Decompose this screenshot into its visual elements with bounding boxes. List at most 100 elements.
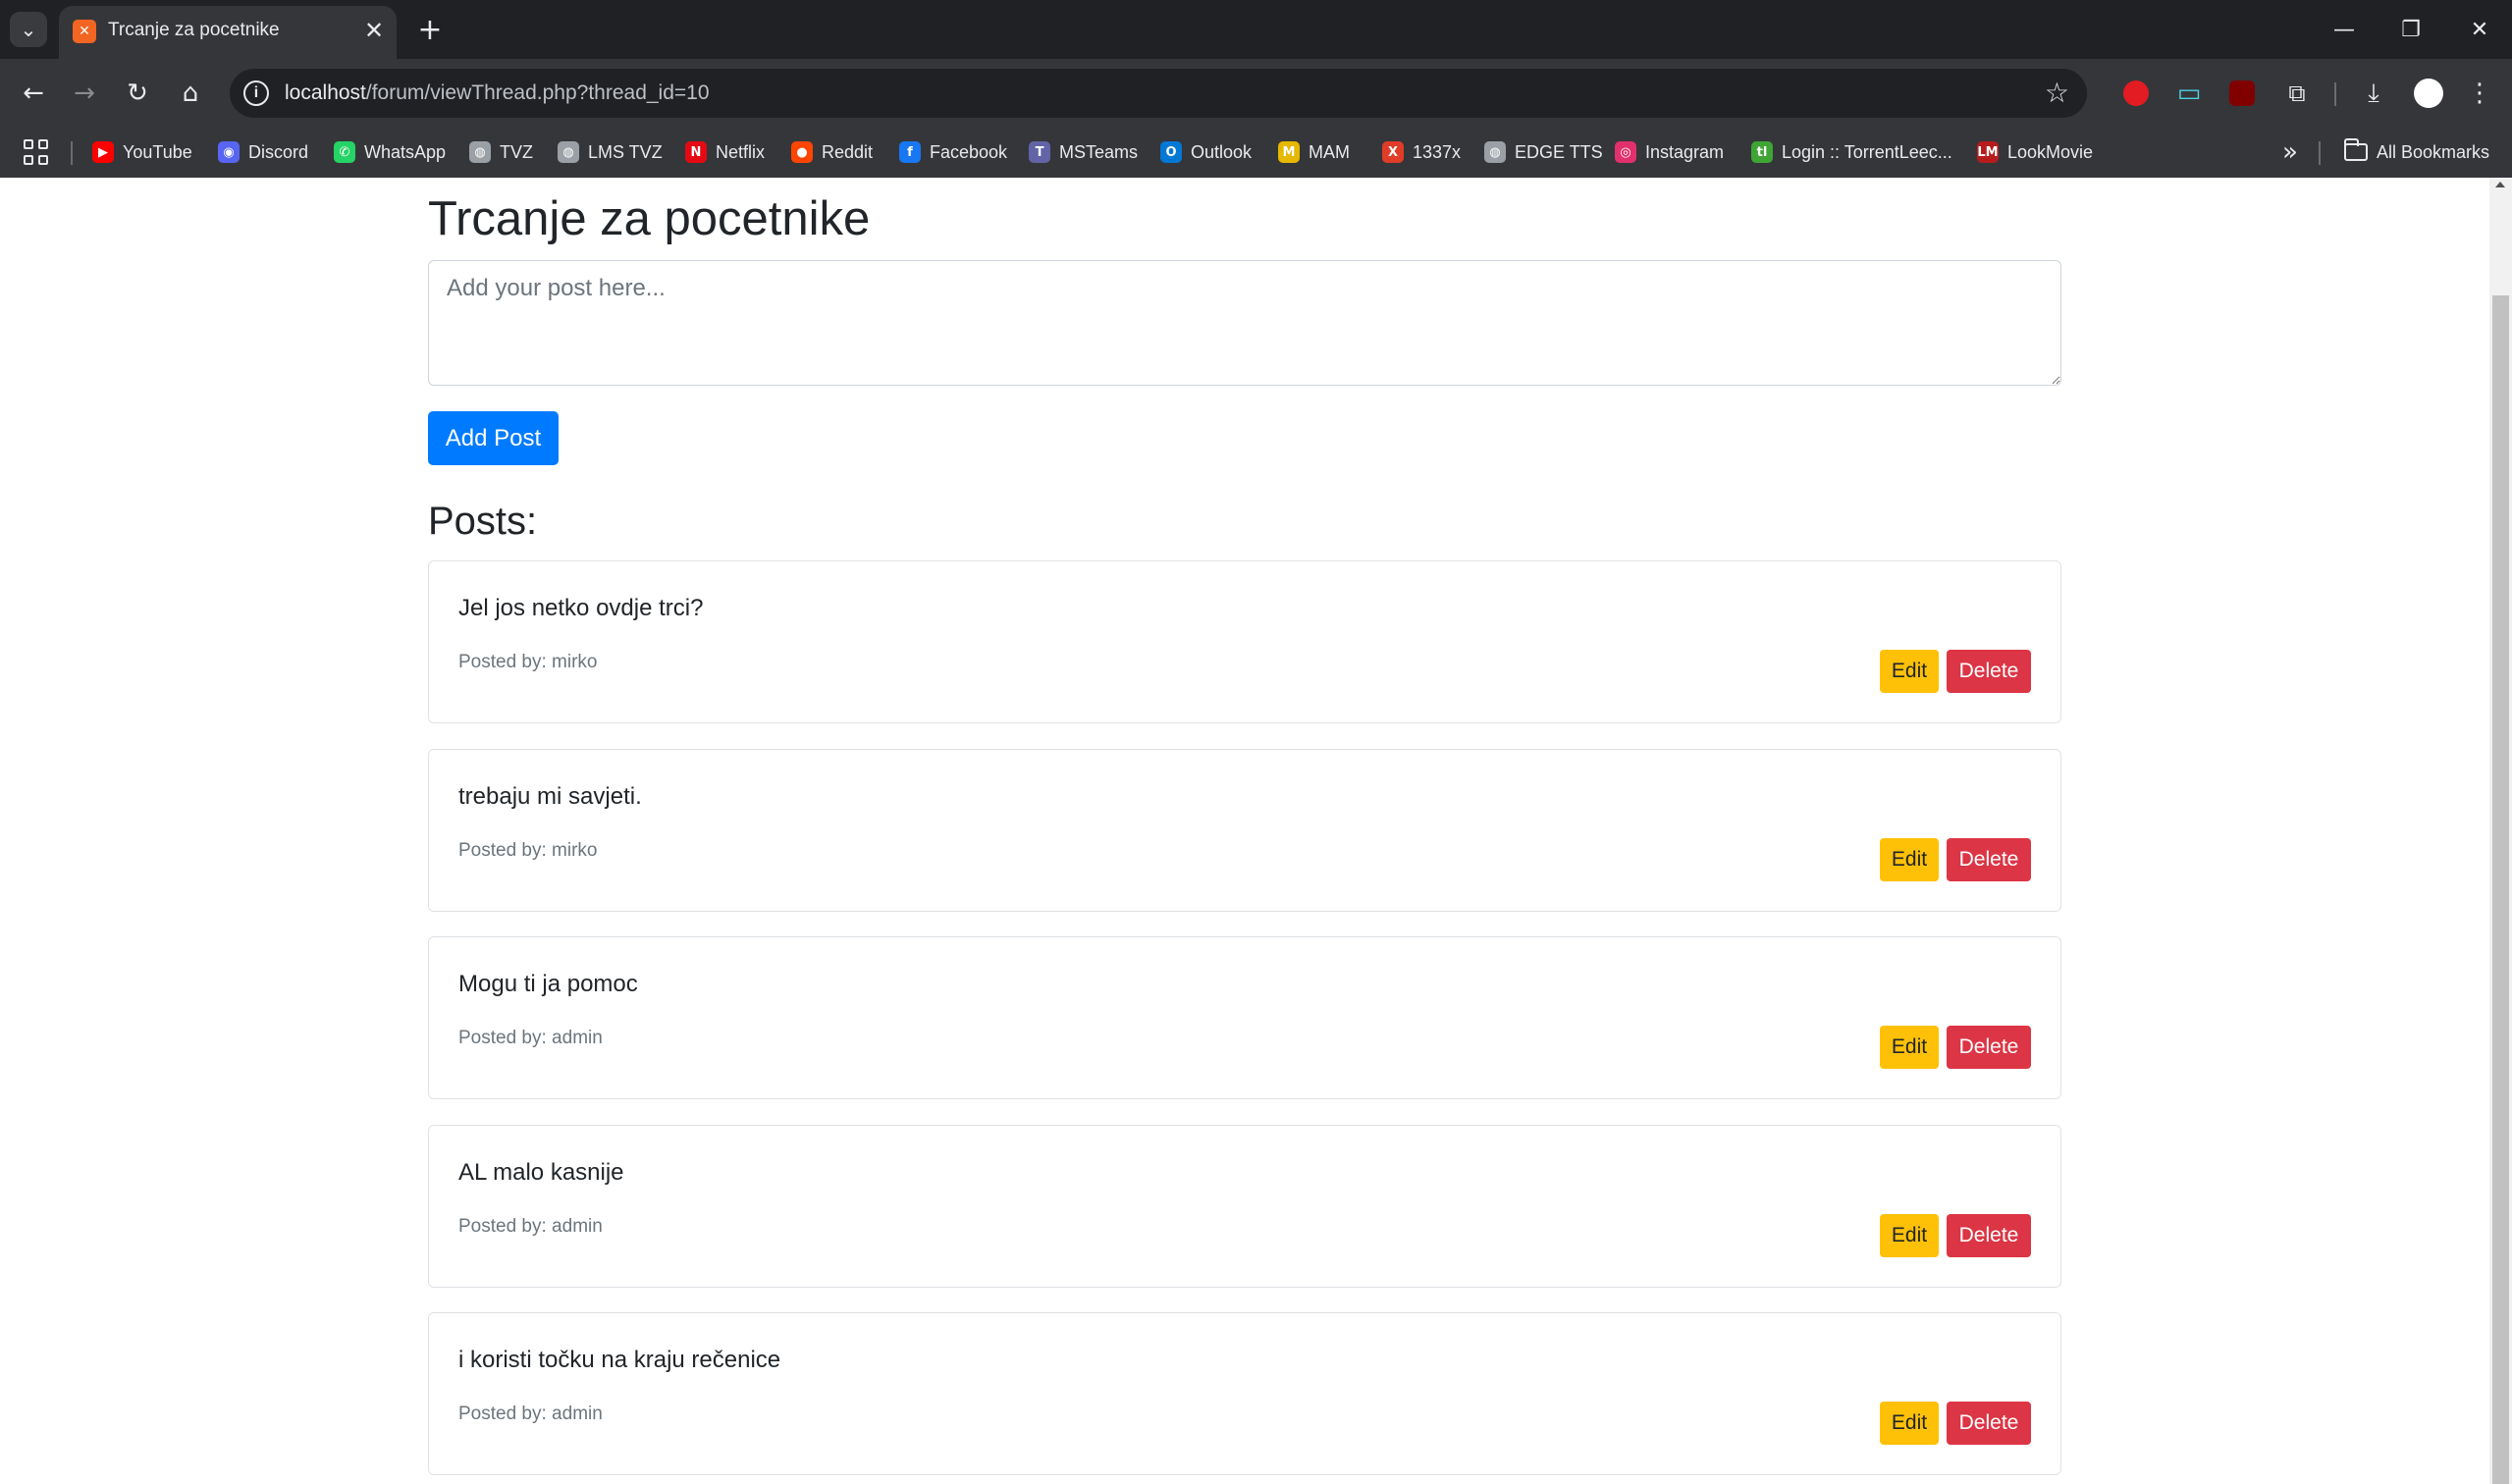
bookmark-label: YouTube [123, 141, 192, 162]
minimize-icon[interactable]: — [2325, 10, 2364, 49]
all-bookmarks-button[interactable]: All Bookmarks [2344, 137, 2489, 167]
post-author: Posted by: mirko [458, 839, 598, 861]
window-close-icon[interactable]: ✕ [2460, 10, 2499, 49]
profile-avatar-icon[interactable] [2411, 76, 2446, 111]
post-content: i koristi točku na kraju rečenice [458, 1347, 781, 1373]
post-content: Mogu ti ja pomoc [458, 971, 638, 997]
globe-icon: ◍ [469, 141, 491, 163]
bookmark-item[interactable]: ● Reddit [791, 137, 873, 167]
edit-post-button[interactable]: Edit [1880, 1213, 1939, 1257]
post-content: trebaju mi savjeti. [458, 782, 642, 810]
teams-icon: T [1029, 141, 1050, 163]
netflix-icon: N [685, 141, 707, 163]
tab-close-icon[interactable]: ✕ [359, 16, 389, 45]
thread-title: Trcanje za pocetnike [428, 192, 871, 245]
tab-search-chevron-icon[interactable]: ⌄ [10, 12, 47, 47]
mam-icon: M [1278, 141, 1300, 163]
page-scrollbar[interactable] [2489, 178, 2512, 1484]
post-card: Mogu ti ja pomoc Posted by: admin Edit Dele… [428, 936, 2061, 1099]
edit-post-button[interactable]: Edit [1880, 1402, 1939, 1445]
instagram-icon: ◎ [1615, 141, 1636, 163]
torrentleech-icon: tl [1751, 141, 1773, 163]
extensions-puzzle-icon[interactable]: ⧉ [2279, 76, 2315, 111]
bookmark-label: EDGE TTS [1515, 141, 1603, 162]
bookmark-item[interactable]: O Outlook [1160, 137, 1252, 167]
back-arrow-icon[interactable]: ← [14, 74, 53, 113]
bookmark-star-icon[interactable]: ☆ [2045, 77, 2069, 109]
more-bookmarks-chevron-icon[interactable]: » [2275, 137, 2305, 167]
download-icon[interactable]: ⤓ [2356, 76, 2391, 111]
delete-post-button[interactable]: Delete [1947, 1026, 2031, 1069]
bookmark-item[interactable]: ◍ LMS TVZ [558, 137, 663, 167]
bookmarks-bar: ▶ YouTube ◉ Discord ✆ WhatsApp ◍ TVZ ◍ LMS TVZ N Ne… [0, 128, 2512, 178]
whatsapp-icon: ✆ [334, 141, 355, 163]
post-card: i koristi točku na kraju rečenice Posted … [428, 1312, 2061, 1475]
address-bar[interactable]: i localhost/forum/viewThread.php?thread_… [230, 69, 2087, 118]
menu-kebab-icon[interactable]: ⋮ [2462, 76, 2497, 111]
forward-arrow-icon[interactable]: → [65, 74, 104, 113]
bookmark-item[interactable]: ◎ Instagram [1615, 137, 1724, 167]
post-author: Posted by: admin [458, 1215, 603, 1237]
bookmarks-divider [71, 141, 73, 165]
edit-post-button[interactable]: Edit [1880, 1026, 1939, 1069]
home-icon[interactable]: ⌂ [171, 74, 210, 113]
x-icon: X [1382, 141, 1404, 163]
delete-post-button[interactable]: Delete [1947, 1402, 2031, 1445]
delete-post-button[interactable]: Delete [1947, 650, 2031, 693]
bookmark-item[interactable]: M MAM [1278, 137, 1350, 167]
add-post-button[interactable]: Add Post [428, 411, 559, 465]
bookmark-item[interactable]: ◉ Discord [218, 137, 308, 167]
bookmark-label: TVZ [500, 141, 533, 162]
edit-post-button[interactable]: Edit [1880, 650, 1939, 693]
scrollbar-thumb[interactable] [2492, 295, 2509, 1484]
tab-title: Trcanje za pocetnike [108, 20, 280, 40]
bookmark-item[interactable]: ◍ EDGE TTS [1484, 137, 1603, 167]
bookmark-item[interactable]: tl Login :: TorrentLeec... [1751, 137, 1952, 167]
url-path: /forum/viewThread.php?thread_id=10 [365, 81, 710, 104]
restore-icon[interactable]: ❐ [2391, 10, 2431, 49]
adblock-extension-icon[interactable] [2118, 76, 2154, 111]
ublock-extension-icon[interactable] [2224, 76, 2260, 111]
all-bookmarks-label: All Bookmarks [2377, 141, 2490, 162]
post-card: trebaju mi savjeti. Posted by: mirko Edit D… [428, 748, 2061, 912]
globe-icon: ◍ [1484, 141, 1506, 163]
edit-post-button[interactable]: Edit [1880, 837, 1939, 881]
discord-icon: ◉ [218, 141, 240, 163]
site-info-icon[interactable]: i [243, 80, 269, 106]
bookmark-item[interactable]: N Netflix [685, 137, 765, 167]
post-author: Posted by: admin [458, 1404, 603, 1424]
bookmark-label: WhatsApp [364, 141, 447, 162]
delete-post-button[interactable]: Delete [1947, 837, 2031, 881]
post-card: Jel jos netko ovdje trci? Posted by: mirk… [428, 560, 2061, 723]
bookmark-item[interactable]: ◍ TVZ [469, 137, 533, 167]
outlook-icon: O [1160, 141, 1182, 163]
globe-icon: ◍ [558, 141, 579, 163]
post-textarea[interactable] [428, 260, 2061, 386]
browser-toolbar: ← → ↻ ⌂ i localhost/forum/viewThread.php… [0, 59, 2512, 128]
xampp-icon: ✕ [73, 20, 96, 43]
bookmark-item[interactable]: X 1337x [1382, 137, 1461, 167]
url-host: localhost [285, 81, 366, 104]
new-tab-icon[interactable]: + [412, 12, 448, 47]
reddit-icon: ● [791, 141, 813, 163]
reader-extension-icon[interactable]: ▭ [2171, 76, 2207, 111]
posts-heading: Posts: [428, 500, 538, 543]
post-content: Jel jos netko ovdje trci? [458, 595, 704, 621]
lookmovie-icon: LM [1977, 141, 1999, 163]
bookmark-item[interactable]: ✆ WhatsApp [334, 137, 446, 167]
active-tab[interactable]: ✕ Trcanje za pocetnike ✕ [59, 6, 397, 59]
apps-grid-icon[interactable] [24, 139, 49, 165]
bookmark-label: Netflix [716, 141, 766, 162]
bookmark-item[interactable]: ▶ YouTube [92, 137, 192, 167]
url-text: localhost/forum/viewThread.php?thread_id… [285, 81, 710, 105]
bookmark-label: 1337x [1413, 141, 1462, 162]
bookmark-label: Instagram [1645, 141, 1725, 162]
bookmark-item[interactable]: f Facebook [899, 137, 1007, 167]
bookmark-label: LMS TVZ [588, 141, 663, 162]
reload-icon[interactable]: ↻ [118, 74, 157, 113]
bookmark-item[interactable]: LM LookMovie [1977, 137, 2093, 167]
post-author: Posted by: admin [458, 1028, 603, 1048]
scroll-up-arrow-icon[interactable] [2495, 182, 2505, 187]
bookmark-item[interactable]: T MSTeams [1029, 137, 1138, 167]
delete-post-button[interactable]: Delete [1947, 1213, 2031, 1257]
